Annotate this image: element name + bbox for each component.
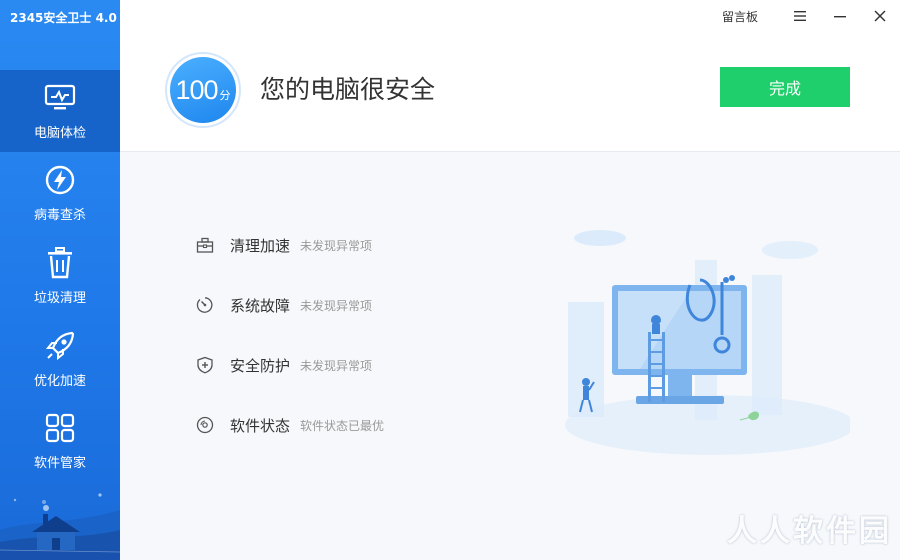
shield-plus-icon [195, 355, 215, 375]
check-item-title: 清理加速 [230, 236, 291, 255]
window-controls: 留言板 [722, 0, 900, 32]
watermark: 人人软件园 [727, 514, 892, 549]
check-item-status: 未发现异常项 [300, 238, 373, 253]
minimize-icon [834, 16, 846, 18]
sidebar-item-label: 优化加速 [33, 374, 86, 389]
apps-grid-icon [43, 411, 77, 445]
check-item-system-fault: 系统故障 未发现异常项 [195, 293, 372, 317]
house-scenery-icon [0, 493, 120, 560]
check-item-title: 系统故障 [230, 296, 291, 315]
rocket-icon [43, 329, 77, 363]
sidebar-item-optimize[interactable]: 优化加速 [0, 318, 120, 400]
check-item-status: 未发现异常项 [300, 358, 373, 373]
menu-button[interactable] [780, 0, 820, 32]
gauge-icon [195, 295, 215, 315]
check-item-software-status: 软件状态 软件状态已最优 [195, 413, 384, 437]
minimize-button[interactable] [820, 0, 860, 32]
sidebar-item-junk-clean[interactable]: 垃圾清理 [0, 235, 120, 317]
check-item-status: 未发现异常项 [300, 298, 373, 313]
sidebar-item-label: 垃圾清理 [33, 291, 86, 306]
close-button[interactable] [860, 0, 900, 32]
disc-icon [195, 415, 215, 435]
sidebar-item-label: 病毒查杀 [33, 208, 86, 223]
done-button[interactable]: 完成 [720, 67, 850, 107]
score-badge: 100 分 [165, 52, 241, 128]
sidebar-item-virus-scan[interactable]: 病毒查杀 [0, 152, 120, 234]
status-title: 您的电脑很安全 [260, 75, 436, 104]
score-unit: 分 [219, 89, 231, 102]
toolbox-icon [195, 235, 215, 255]
guestbook-link[interactable]: 留言板 [722, 8, 758, 25]
app-title: 2345安全卫士 4.0 [10, 11, 117, 25]
check-item-clean-speed: 清理加速 未发现异常项 [195, 233, 372, 257]
close-icon [874, 10, 886, 22]
sidebar-item-label: 电脑体检 [33, 126, 86, 141]
check-item-title: 软件状态 [230, 416, 291, 435]
lightning-shield-icon [43, 163, 77, 197]
sidebar: 2345安全卫士 4.0 电脑体检 病毒查杀 垃圾清理 优化加速 软件管家 [0, 0, 120, 560]
check-item-status: 软件状态已最优 [300, 418, 385, 433]
menu-icon [794, 11, 806, 21]
computer-checkup-illustration [565, 230, 850, 455]
sidebar-item-pc-checkup[interactable]: 电脑体检 [0, 70, 120, 152]
monitor-check-icon [43, 81, 77, 115]
check-item-title: 安全防护 [230, 356, 291, 375]
score-value: 100 [175, 74, 218, 105]
trash-icon [43, 246, 77, 280]
check-item-security: 安全防护 未发现异常项 [195, 353, 372, 377]
